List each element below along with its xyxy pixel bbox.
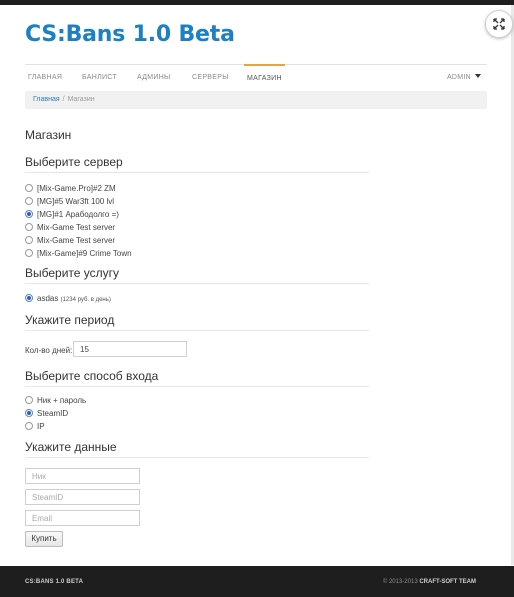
radio-button-selected[interactable] — [25, 210, 33, 218]
nav-item-admins[interactable]: Админы — [137, 65, 171, 90]
server-option-label: Mix-Game Test server — [37, 236, 116, 245]
login-option-label: Ник + пароль — [37, 396, 87, 405]
days-input[interactable]: 15 — [73, 341, 187, 357]
copyright-years: © 2013-2013 — [382, 579, 418, 585]
details-section-heading: Укажите данные — [25, 440, 369, 458]
server-option-label: Mix-Game Test server — [37, 223, 116, 232]
page-title: Магазин — [25, 128, 72, 142]
steamid-field[interactable]: SteamID — [25, 489, 140, 505]
radio-button[interactable] — [25, 197, 33, 205]
breadcrumb: Главная / Магазин — [25, 91, 487, 109]
nick-field[interactable]: Ник — [25, 468, 140, 484]
buy-button[interactable]: Купить — [25, 531, 63, 547]
radio-button[interactable] — [25, 249, 33, 257]
radio-button[interactable] — [25, 396, 33, 404]
expand-arrows-icon — [493, 18, 505, 30]
login-option[interactable]: Ник + пароль — [25, 395, 86, 407]
footer-brand: CS:BANS 1.0 BETA — [25, 579, 84, 585]
login-option[interactable]: IP — [25, 421, 45, 433]
nav-item-banlist[interactable]: Банлист — [82, 65, 117, 90]
service-option-price: (1234 руб. в день) — [60, 297, 111, 303]
server-option[interactable]: [MG]#5 War3ft 100 lvl — [25, 196, 114, 208]
server-option[interactable]: [Mix-Game]#9 Crime Town — [25, 248, 132, 260]
top-bar — [0, 0, 514, 5]
breadcrumb-home[interactable]: Главная — [33, 96, 60, 103]
service-option-name: asdas — [37, 294, 59, 303]
login-section-heading: Выберите способ входа — [25, 369, 369, 387]
site-logo[interactable]: CS:Bans 1.0 Beta — [25, 22, 235, 47]
footer: CS:BANS 1.0 BETA © 2013-2013 CRAFT-SOFT … — [0, 566, 514, 597]
login-option[interactable]: SteamID — [25, 408, 68, 420]
server-option[interactable]: Mix-Game Test server — [25, 235, 115, 247]
login-option-label: IP — [37, 422, 45, 431]
radio-button[interactable] — [25, 223, 33, 231]
admin-menu-label: Admin — [446, 74, 471, 81]
radio-button-selected[interactable] — [25, 409, 33, 417]
breadcrumb-current: Магазин — [67, 96, 95, 103]
caret-down-icon — [475, 74, 481, 78]
footer-team-link[interactable]: CRAFT-SOFT TEAM — [419, 579, 476, 585]
nav-item-servers[interactable]: Серверы — [192, 65, 229, 90]
service-section-heading: Выберите услугу — [25, 266, 369, 284]
breadcrumb-separator: / — [62, 96, 65, 103]
radio-button[interactable] — [25, 422, 33, 430]
service-option[interactable]: asdas (1234 руб. в день) — [25, 293, 111, 305]
days-label: Кол-во дней: — [25, 346, 73, 355]
nav-item-shop[interactable]: Магазин — [244, 64, 285, 91]
footer-copyright: © 2013-2013 CRAFT-SOFT TEAM — [383, 579, 476, 585]
period-section-heading: Укажите период — [25, 313, 369, 331]
server-option-label: [MG]#1 Арабодолго =) — [37, 210, 119, 219]
server-section-heading: Выберите сервер — [25, 155, 369, 173]
server-option[interactable]: Mix-Game Test server — [25, 222, 115, 234]
server-option[interactable]: [Mix-Game.Pro]#2 ZM — [25, 183, 116, 195]
server-option-label: [Mix-Game]#9 Crime Town — [37, 249, 132, 258]
radio-button[interactable] — [25, 236, 33, 244]
radio-button-selected[interactable] — [25, 294, 33, 302]
nav-item-home[interactable]: Главная — [28, 65, 62, 90]
server-option[interactable]: [MG]#1 Арабодолго =) — [25, 209, 119, 221]
server-option-label: [Mix-Game.Pro]#2 ZM — [37, 184, 116, 193]
server-option-label: [MG]#5 War3ft 100 lvl — [37, 197, 115, 206]
login-option-label: SteamID — [37, 409, 69, 418]
email-field[interactable]: Email — [25, 510, 140, 526]
admin-menu[interactable]: Admin — [447, 65, 481, 90]
radio-button[interactable] — [25, 184, 33, 192]
main-nav: Главная Банлист Админы Серверы Магазин A… — [25, 64, 487, 91]
expand-button[interactable] — [485, 10, 513, 38]
